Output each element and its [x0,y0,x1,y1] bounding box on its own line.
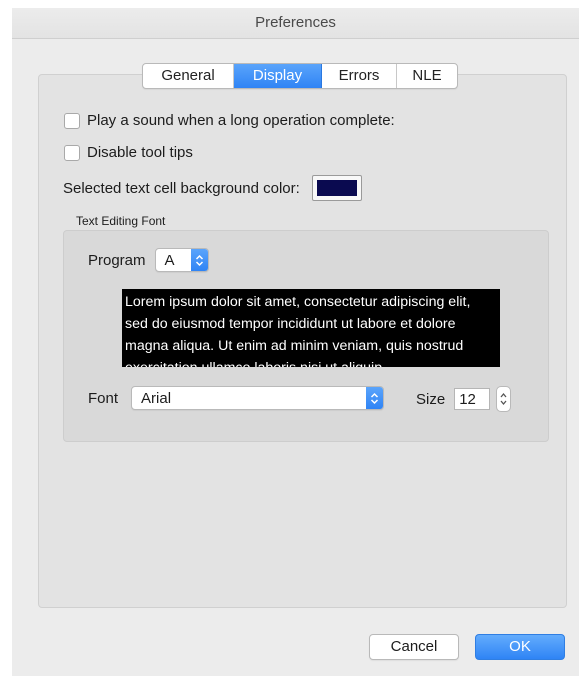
play-sound-checkbox[interactable] [64,112,80,129]
font-value: Arial [141,389,172,407]
font-label: Font [88,389,119,407]
chevron-up-down-icon [190,249,208,271]
tab-display[interactable]: Display [234,64,322,88]
tab-bar: General Display Errors NLE [142,63,458,89]
tab-nle[interactable]: NLE [397,64,457,88]
program-value: A [164,251,175,269]
font-popup[interactable]: Arial [131,386,385,410]
size-row: Size 12 [416,386,512,412]
disable-tooltips-label: Disable tool tips [87,144,193,161]
play-sound-label: Play a sound when a long operation compl… [87,112,395,129]
window-title: Preferences [255,14,336,31]
disable-tooltips-checkbox[interactable] [64,144,80,161]
title-bar[interactable]: Preferences [12,8,579,39]
font-row: Font Arial [88,386,385,410]
stepper-arrows-icon [500,392,507,406]
color-swatch [316,180,357,196]
program-label: Program [88,251,146,269]
color-well[interactable] [311,175,362,201]
preferences-window: Preferences General Display Errors NLE P… [12,8,579,676]
text-editing-font-label: Text Editing Font [76,214,166,228]
background-color-label: Selected text cell background color: [63,179,300,197]
chevron-up-down-icon [366,387,384,409]
play-sound-option[interactable]: Play a sound when a long operation compl… [64,112,395,129]
ok-button[interactable]: OK [475,634,565,660]
font-preview-text: Lorem ipsum dolor sit amet, consectetur … [122,289,500,367]
tab-general[interactable]: General [143,64,234,88]
background-color-row: Selected text cell background color: [63,175,362,201]
program-row: Program A [88,248,209,272]
size-stepper[interactable] [496,386,512,412]
disable-tooltips-option[interactable]: Disable tool tips [64,144,193,161]
program-popup[interactable]: A [154,248,209,272]
size-label: Size [416,390,446,408]
tab-errors[interactable]: Errors [322,64,397,88]
cancel-button[interactable]: Cancel [369,634,459,660]
size-field[interactable]: 12 [454,388,491,410]
